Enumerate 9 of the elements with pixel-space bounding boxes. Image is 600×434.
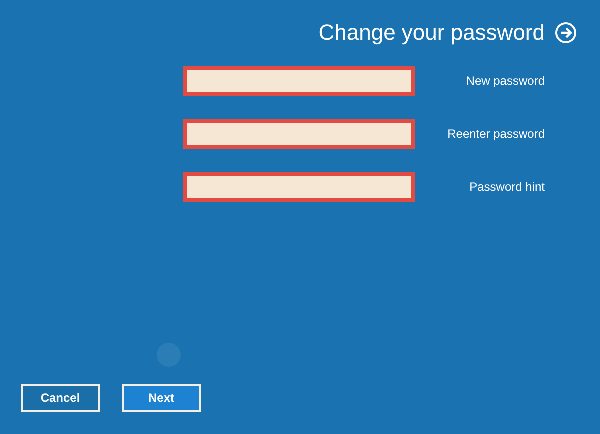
field-label: Reenter password bbox=[448, 127, 545, 141]
page-title: Change your password bbox=[318, 20, 545, 46]
field-label: New password bbox=[466, 74, 545, 88]
cancel-button[interactable]: Cancel bbox=[21, 384, 100, 412]
password-field[interactable] bbox=[183, 172, 415, 202]
next-button[interactable]: Next bbox=[122, 384, 201, 412]
password-field[interactable] bbox=[183, 119, 415, 149]
field-label: Password hint bbox=[470, 180, 545, 194]
password-field[interactable] bbox=[183, 66, 415, 96]
